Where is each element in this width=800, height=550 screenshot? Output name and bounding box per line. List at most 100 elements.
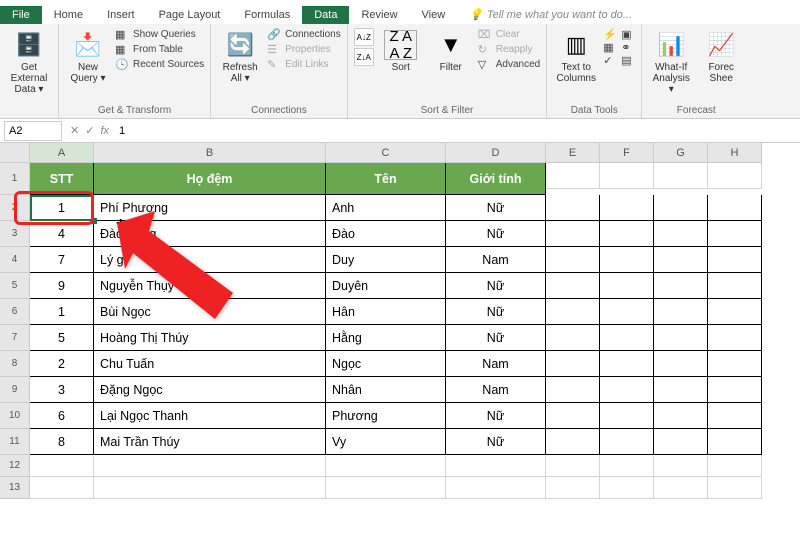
fill-handle[interactable] [91, 218, 97, 224]
properties-button[interactable]: ☰Properties [267, 43, 341, 56]
tab-review[interactable]: Review [349, 6, 409, 24]
sort-asc-button[interactable]: A↓Z [354, 28, 374, 46]
row-header-8[interactable]: 8 [0, 351, 30, 377]
connections-button[interactable]: 🔗Connections [267, 28, 341, 41]
header-gioitinh[interactable]: Giới tính [446, 163, 546, 195]
cell-ten[interactable]: Duyên [326, 273, 446, 299]
tab-pagelayout[interactable]: Page Layout [147, 6, 233, 24]
row-header-13[interactable]: 13 [0, 477, 30, 499]
cell-gioitinh[interactable]: Nữ [446, 429, 546, 455]
edit-links-button[interactable]: ✎Edit Links [267, 58, 341, 71]
cell-ten[interactable]: Phương [326, 403, 446, 429]
cell-gioitinh[interactable]: Nữ [446, 325, 546, 351]
accept-formula-icon[interactable]: ✓ [85, 124, 94, 137]
forecast-sheet-button[interactable]: 📈 Forec Shee [698, 28, 744, 86]
sort-button[interactable]: Z AA Z Sort [378, 28, 424, 75]
cell-gioitinh[interactable]: Nam [446, 377, 546, 403]
cell-stt[interactable]: 4 [30, 221, 94, 247]
cell-hodem[interactable]: Nguyễn Thụy Cẩm [94, 273, 326, 299]
cell-ten[interactable]: Ngọc [326, 351, 446, 377]
cell-stt[interactable]: 9 [30, 273, 94, 299]
formula-input[interactable] [119, 125, 319, 137]
col-header-B[interactable]: B [94, 143, 326, 163]
advanced-button[interactable]: ▽Advanced [478, 58, 540, 71]
row-header-3[interactable]: 3 [0, 221, 30, 247]
new-query-button[interactable]: 📩 New Query ▾ [65, 28, 111, 86]
cell-gioitinh[interactable]: Nam [446, 351, 546, 377]
row-header-5[interactable]: 5 [0, 273, 30, 299]
cell-stt[interactable]: 8 [30, 429, 94, 455]
cell-hodem[interactable]: Đào Hồng [94, 221, 326, 247]
col-header-C[interactable]: C [326, 143, 446, 163]
tab-formulas[interactable]: Formulas [232, 6, 302, 24]
text-to-columns-button[interactable]: ▥ Text to Columns [553, 28, 599, 86]
cell-hodem[interactable]: Bùi Ngọc [94, 299, 326, 325]
clear-button[interactable]: ⌧Clear [478, 28, 540, 41]
cell-gioitinh[interactable]: Nữ [446, 403, 546, 429]
tab-file[interactable]: File [0, 6, 42, 24]
data-validation-button[interactable]: ✓ [603, 54, 617, 67]
cell-ten[interactable]: Anh [326, 195, 446, 221]
header-stt[interactable]: STT [30, 163, 94, 195]
cell-stt[interactable]: 5 [30, 325, 94, 351]
fx-icon[interactable]: fx [100, 125, 109, 137]
reapply-button[interactable]: ↻Reapply [478, 43, 540, 56]
row-header-6[interactable]: 6 [0, 299, 30, 325]
cell-ten[interactable]: Hân [326, 299, 446, 325]
cell-hodem[interactable]: Phí Phương [94, 195, 326, 221]
cell-ten[interactable]: Nhân [326, 377, 446, 403]
col-header-A[interactable]: A [30, 143, 94, 163]
row-header-10[interactable]: 10 [0, 403, 30, 429]
cell-hodem[interactable]: Lý g [94, 247, 326, 273]
cell-gioitinh[interactable]: Nữ [446, 195, 546, 221]
col-header-H[interactable]: H [708, 143, 762, 163]
manage-model-button[interactable]: ▤ [621, 54, 635, 67]
header-ten[interactable]: Tên [326, 163, 446, 195]
row-header-12[interactable]: 12 [0, 455, 30, 477]
whatif-button[interactable]: 📊 What-If Analysis ▾ [648, 28, 694, 97]
tab-home[interactable]: Home [42, 6, 95, 24]
row-header-7[interactable]: 7 [0, 325, 30, 351]
col-header-G[interactable]: G [654, 143, 708, 163]
remove-duplicates-button[interactable]: ▦ [603, 41, 617, 54]
cell-hodem[interactable]: Hoàng Thị Thúy [94, 325, 326, 351]
header-hodem[interactable]: Họ đệm [94, 163, 326, 195]
from-table-button[interactable]: ▦From Table [115, 43, 204, 56]
name-box[interactable] [4, 121, 62, 141]
col-header-D[interactable]: D [446, 143, 546, 163]
cell-gioitinh[interactable]: Nam [446, 247, 546, 273]
cell-stt[interactable]: 1 [30, 195, 94, 221]
cell-stt[interactable]: 1 [30, 299, 94, 325]
cell-hodem[interactable]: Chu Tuấn [94, 351, 326, 377]
row-header-9[interactable]: 9 [0, 377, 30, 403]
consolidate-button[interactable]: ▣ [621, 28, 635, 41]
sort-desc-button[interactable]: Z↓A [354, 48, 374, 66]
cancel-formula-icon[interactable]: ✕ [70, 124, 79, 137]
row-header-4[interactable]: 4 [0, 247, 30, 273]
cell-gioitinh[interactable]: Nữ [446, 299, 546, 325]
tab-insert[interactable]: Insert [95, 6, 147, 24]
col-header-E[interactable]: E [546, 143, 600, 163]
show-queries-button[interactable]: ▦Show Queries [115, 28, 204, 41]
col-header-F[interactable]: F [600, 143, 654, 163]
row-header-11[interactable]: 11 [0, 429, 30, 455]
cell-ten[interactable]: Đào [326, 221, 446, 247]
refresh-all-button[interactable]: 🔄 Refresh All ▾ [217, 28, 263, 86]
cell-hodem[interactable]: Mai Trần Thúy [94, 429, 326, 455]
tab-data[interactable]: Data [302, 6, 349, 24]
cell-gioitinh[interactable]: Nữ [446, 273, 546, 299]
cell-ten[interactable]: Hằng [326, 325, 446, 351]
cell-stt[interactable]: 3 [30, 377, 94, 403]
get-external-data-button[interactable]: 🗄️ Get External Data ▾ [6, 28, 52, 97]
filter-button[interactable]: ▼ Filter [428, 28, 474, 75]
cell-hodem[interactable]: Đặng Ngọc [94, 377, 326, 403]
cell-ten[interactable]: Duy [326, 247, 446, 273]
tab-view[interactable]: View [410, 6, 458, 24]
cell-stt[interactable]: 7 [30, 247, 94, 273]
cell-stt[interactable]: 6 [30, 403, 94, 429]
row-header-1[interactable]: 1 [0, 163, 30, 195]
flash-fill-button[interactable]: ⚡ [603, 28, 617, 41]
row-header-2[interactable]: 2 [0, 195, 30, 221]
tell-me[interactable]: 💡Tell me what you want to do... [457, 5, 644, 24]
cell-ten[interactable]: Vy [326, 429, 446, 455]
